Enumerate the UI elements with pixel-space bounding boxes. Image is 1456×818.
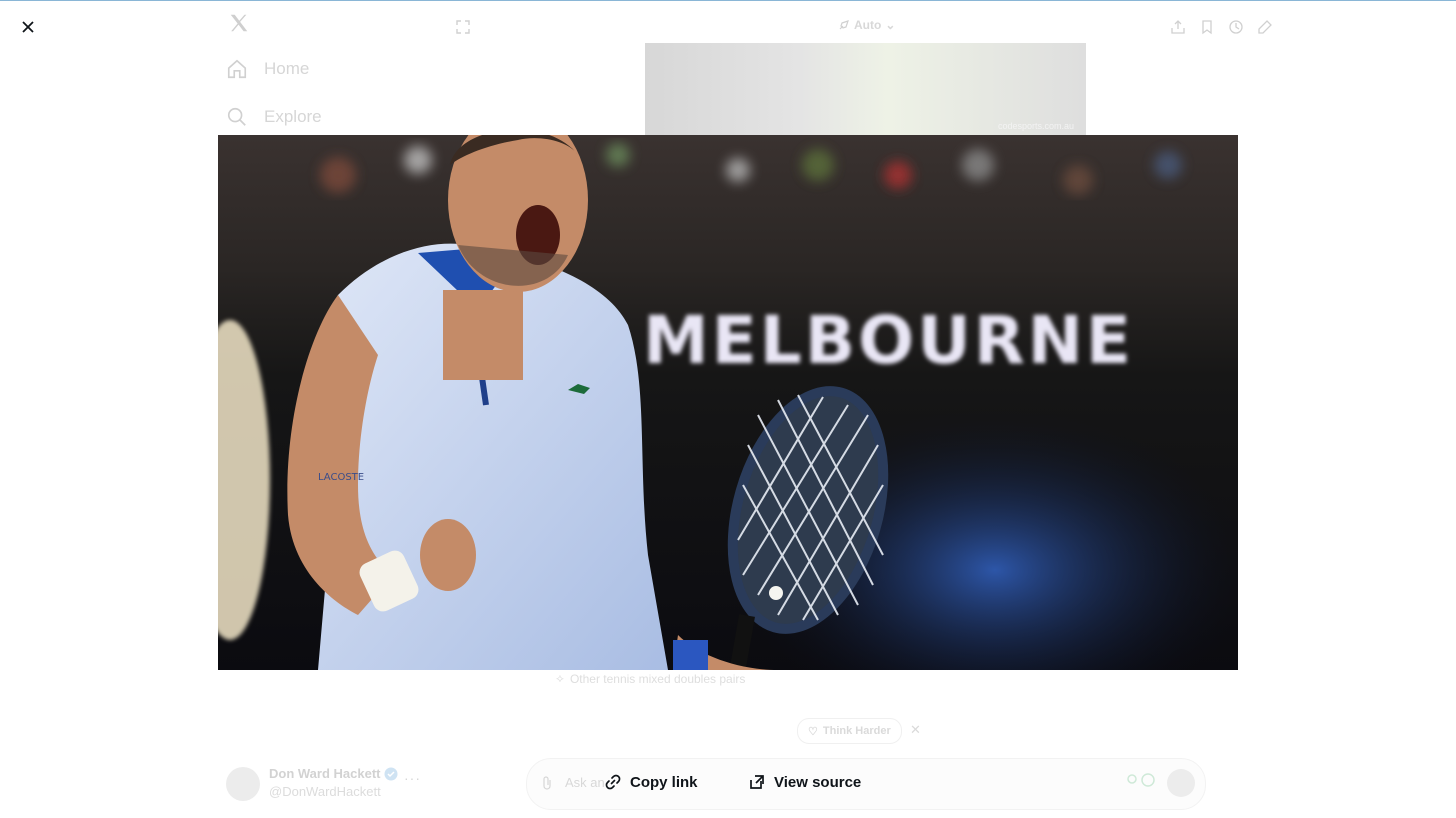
think-harder-close-icon[interactable]: ✕ <box>910 722 921 738</box>
svg-text:LACOSTE: LACOSTE <box>318 472 364 483</box>
nav-home[interactable]: Home <box>226 58 309 80</box>
view-source-label: View source <box>774 773 862 791</box>
home-icon <box>227 59 247 79</box>
background-toolbar <box>1170 19 1273 35</box>
tag-icon: ⟡ <box>556 671 564 685</box>
lightbox-image: MELBOURNE LACOSTE <box>218 135 1238 670</box>
photo-illustration: MELBOURNE LACOSTE <box>218 135 1238 670</box>
related-suggestion-label: Other tennis mixed doubles pairs <box>569 671 746 686</box>
chevron-down-icon: ⌄ <box>885 18 896 32</box>
edit-icon[interactable] <box>1257 19 1273 35</box>
model-selector-label: Auto <box>854 18 882 32</box>
model-selector[interactable]: Auto ⌄ <box>838 18 895 32</box>
nav-explore[interactable]: Explore <box>226 106 322 128</box>
think-harder-label: Think Harder <box>822 725 891 737</box>
lightbulb-icon: ♡ <box>808 725 818 738</box>
copy-link-button[interactable]: Copy link <box>603 772 698 792</box>
expand-icon[interactable] <box>455 19 471 35</box>
rocket-icon <box>839 20 849 30</box>
thumbnail-credit: codesports.com.au <box>997 121 1074 131</box>
search-icon <box>227 107 246 126</box>
history-icon[interactable] <box>1228 19 1244 35</box>
nav-explore-label: Explore <box>264 107 322 126</box>
bookmark-icon[interactable] <box>1199 19 1215 35</box>
related-suggestion[interactable]: ⟡ Other tennis mixed doubles pairs <box>556 671 745 686</box>
melbourne-sign-text: MELBOURNE <box>643 302 1134 379</box>
share-icon[interactable] <box>1170 19 1186 35</box>
lightbox-actions: Copy link View source <box>0 772 1456 798</box>
view-source-button[interactable]: View source <box>747 772 861 792</box>
copy-link-label: Copy link <box>630 773 698 791</box>
background-thumbnail: codesports.com.au <box>645 43 1086 135</box>
think-harder-chip[interactable]: ♡ Think Harder <box>797 718 902 744</box>
link-icon <box>605 774 621 790</box>
close-icon <box>22 21 34 33</box>
external-link-icon <box>750 775 764 789</box>
x-logo-icon <box>230 14 248 32</box>
nav-home-label: Home <box>264 59 310 78</box>
close-button[interactable] <box>14 13 42 41</box>
